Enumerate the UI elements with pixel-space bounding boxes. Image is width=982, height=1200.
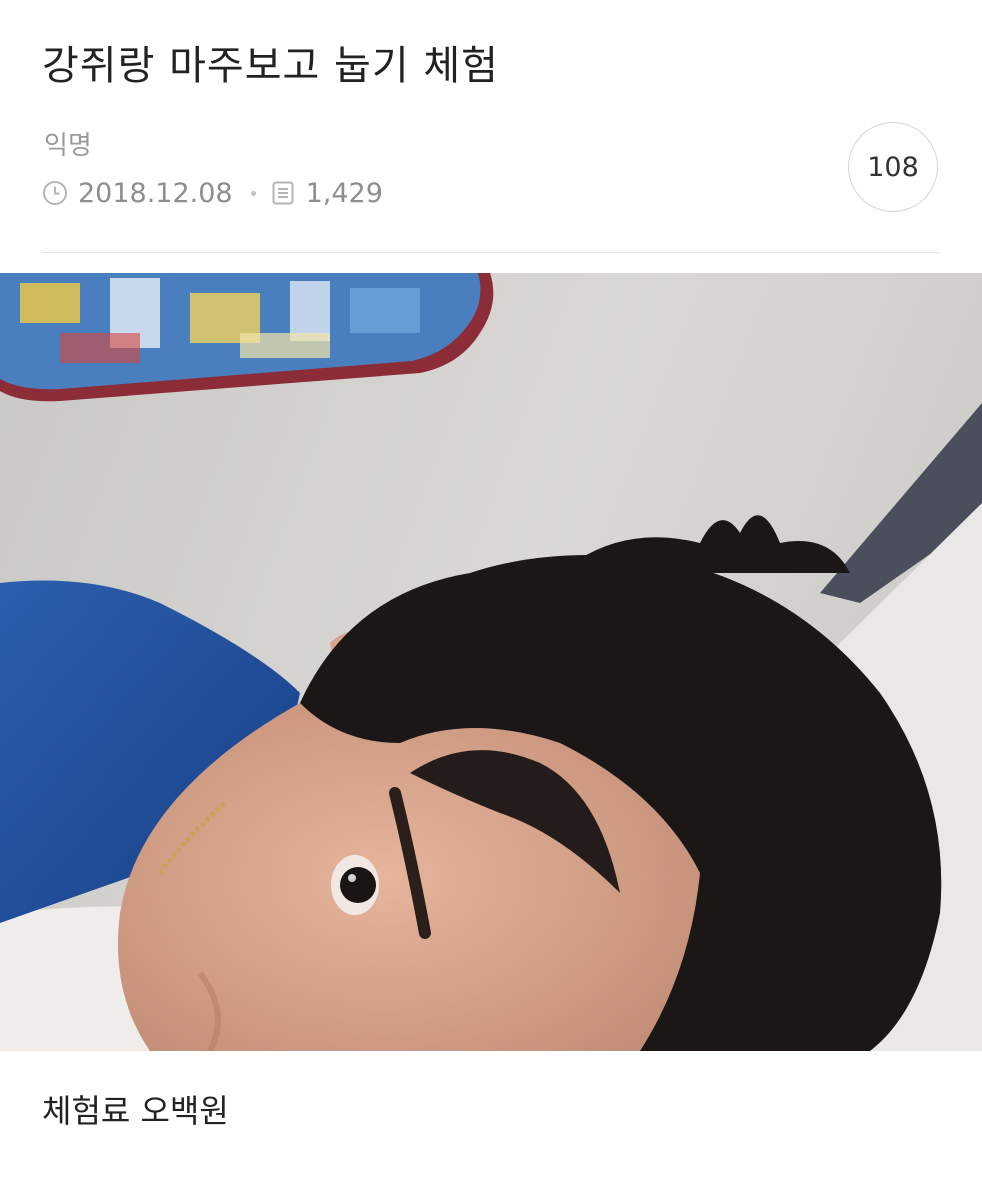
view-count: 1,429 (305, 177, 383, 209)
document-icon (270, 180, 296, 206)
author-name: 익명 (44, 131, 92, 161)
separator-dot (250, 190, 256, 196)
post-caption: 체험료 오백원 (42, 1092, 229, 1130)
divider (42, 252, 940, 253)
post-photo (0, 273, 982, 1051)
post-date: 2018.12.08 (78, 177, 233, 209)
post-meta: 2018.12.08 1,429 (42, 174, 383, 212)
comment-count-button[interactable]: 108 (848, 122, 938, 212)
post-page: 강쥐랑 마주보고 눕기 체험 익명 2018.12.08 1,429 108 체… (0, 0, 982, 1200)
post-title: 강쥐랑 마주보고 눕기 체험 (42, 43, 499, 89)
clock-icon (42, 180, 68, 206)
